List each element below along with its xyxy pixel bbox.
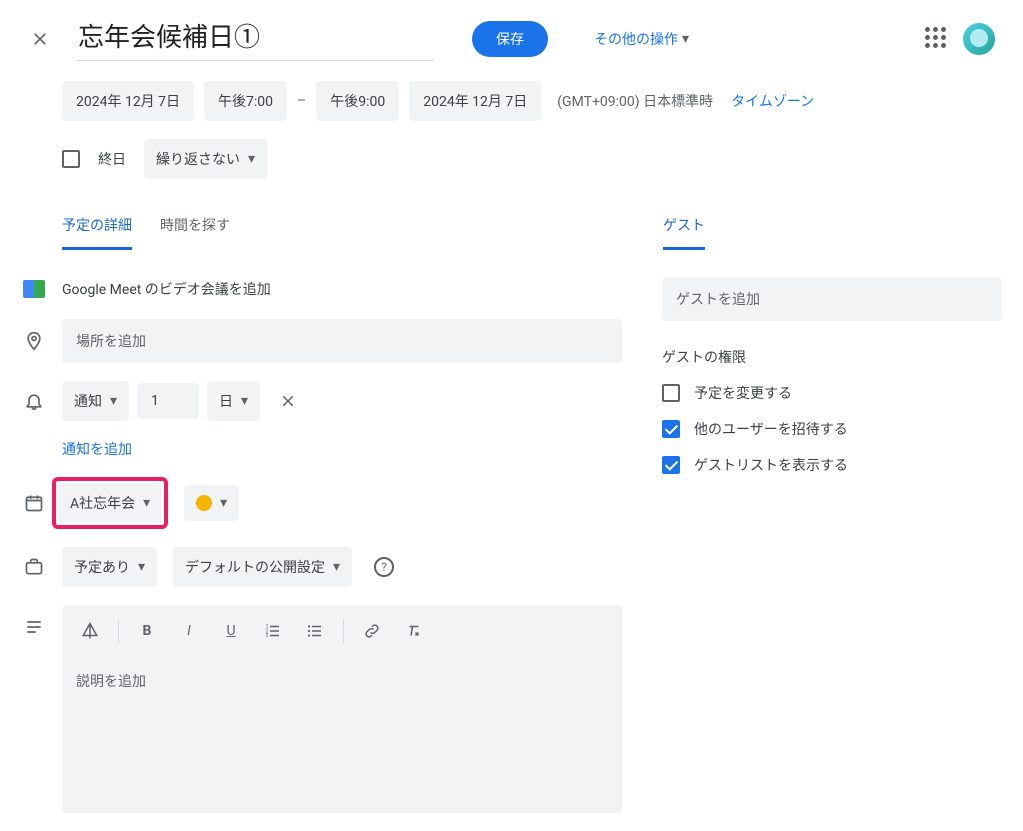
more-actions-dropdown[interactable]: その他の操作 ▾ (594, 29, 689, 49)
start-time-picker[interactable]: 午後7:00 (204, 81, 287, 121)
chevron-down-icon: ▾ (333, 559, 340, 575)
see-guest-list-label: ゲストリストを表示する (694, 455, 848, 475)
location-icon (22, 329, 46, 353)
remove-notification-button[interactable] (268, 381, 308, 421)
start-date-picker[interactable]: 2024年 12月 7日 (62, 81, 194, 121)
bold-icon: B (143, 623, 152, 639)
description-toolbar: B I U 123 (62, 605, 622, 657)
allday-checkbox[interactable] (62, 150, 80, 168)
svg-text:3: 3 (266, 633, 269, 639)
attach-button[interactable] (72, 613, 108, 649)
attachment-icon (81, 622, 99, 640)
chevron-down-icon: ▾ (110, 393, 117, 409)
calendar-select-dropdown[interactable]: A社忘年会 ▾ (58, 483, 162, 523)
notification-value-input[interactable]: 1 (137, 383, 199, 419)
notification-unit-dropdown[interactable]: 日 ▾ (207, 381, 260, 421)
italic-icon: I (187, 623, 191, 639)
color-dot (196, 495, 212, 511)
chevron-down-icon: ▾ (241, 393, 248, 409)
notification-type-dropdown[interactable]: 通知 ▾ (62, 381, 129, 421)
invite-others-label: 他のユーザーを招待する (694, 419, 848, 439)
briefcase-icon (22, 555, 46, 579)
availability-dropdown[interactable]: 予定あり ▾ (62, 547, 157, 587)
bold-button[interactable]: B (129, 613, 165, 649)
close-button[interactable] (20, 19, 60, 59)
color-select-dropdown[interactable]: ▾ (184, 485, 239, 521)
guest-permissions-title: ゲストの権限 (662, 347, 1002, 367)
location-input[interactable]: 場所を追加 (62, 319, 622, 363)
tab-find-time[interactable]: 時間を探す (160, 215, 230, 250)
chevron-down-icon: ▾ (220, 495, 227, 511)
close-icon (30, 29, 50, 49)
calendar-select-highlight: A社忘年会 ▾ (52, 477, 168, 529)
calendar-icon (22, 491, 46, 515)
event-title-input[interactable] (76, 16, 434, 61)
help-icon[interactable]: ? (374, 557, 394, 577)
link-button[interactable] (354, 613, 390, 649)
clear-format-button[interactable] (396, 613, 432, 649)
italic-button[interactable]: I (171, 613, 207, 649)
timezone-link[interactable]: タイムゾーン (731, 91, 814, 111)
add-guests-input[interactable]: ゲストを追加 (662, 277, 1002, 321)
modify-event-label: 予定を変更する (694, 383, 792, 403)
more-actions-label: その他の操作 (594, 29, 678, 49)
invite-others-checkbox[interactable] (662, 420, 680, 438)
recurrence-dropdown[interactable]: 繰り返さない ▾ (144, 139, 267, 179)
meet-icon (22, 277, 46, 301)
underline-icon: U (226, 623, 235, 639)
numbered-list-button[interactable]: 123 (255, 613, 291, 649)
avatar[interactable] (963, 23, 995, 55)
see-guest-list-checkbox[interactable] (662, 456, 680, 474)
chevron-down-icon: ▾ (138, 559, 145, 575)
underline-button[interactable]: U (213, 613, 249, 649)
chevron-down-icon: ▾ (248, 151, 255, 167)
numbered-list-icon: 123 (264, 622, 282, 640)
timezone-text: (GMT+09:00) 日本標準時 (557, 91, 713, 111)
bullet-list-icon (306, 622, 324, 640)
description-input[interactable]: 説明を追加 (62, 657, 622, 813)
end-date-picker[interactable]: 2024年 12月 7日 (409, 81, 541, 121)
add-meet-link[interactable]: Google Meet のビデオ会議を追加 (62, 279, 271, 299)
visibility-dropdown[interactable]: デフォルトの公開設定 ▾ (173, 547, 352, 587)
clear-format-icon (405, 622, 423, 640)
bullet-list-button[interactable] (297, 613, 333, 649)
add-notification-link[interactable]: 通知を追加 (62, 439, 622, 459)
allday-label: 終日 (98, 149, 126, 169)
guests-header: ゲスト (663, 215, 705, 250)
close-icon (279, 392, 297, 410)
link-icon (363, 622, 381, 640)
description-icon (22, 615, 46, 639)
time-separator: – (297, 93, 306, 109)
tab-details[interactable]: 予定の詳細 (62, 215, 132, 250)
chevron-down-icon: ▾ (143, 495, 150, 511)
modify-event-checkbox[interactable] (662, 384, 680, 402)
apps-grid-icon[interactable] (925, 27, 949, 51)
notification-icon (22, 389, 46, 413)
save-button[interactable]: 保存 (472, 21, 548, 57)
chevron-down-icon: ▾ (682, 31, 689, 47)
end-time-picker[interactable]: 午後9:00 (316, 81, 399, 121)
